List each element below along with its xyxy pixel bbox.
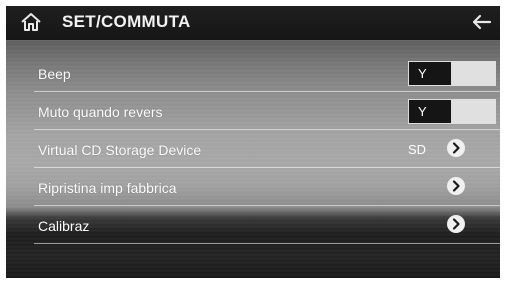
row-label: Beep [38, 66, 71, 82]
toggle-off-segment [452, 61, 496, 86]
toggle-on-segment: Y [408, 61, 452, 86]
row-ripristina[interactable]: Ripristina imp fabbrica [6, 168, 500, 206]
header-bar: SET/COMMUTA [6, 6, 500, 41]
row-virtual-cd-storage[interactable]: Virtual CD Storage Device SD [6, 130, 500, 168]
toggle-on-segment: Y [408, 99, 452, 124]
muto-toggle[interactable]: Y [408, 99, 496, 124]
chevron-right-circle-icon[interactable] [446, 176, 466, 196]
back-arrow-icon[interactable] [470, 12, 492, 32]
row-label: Ripristina imp fabbrica [38, 180, 177, 196]
row-calibraz[interactable]: Calibraz [6, 206, 500, 244]
row-label: Calibraz [38, 218, 90, 234]
page-title: SET/COMMUTA [62, 12, 191, 31]
row-label: Muto quando revers [38, 104, 163, 120]
toggle-value: Y [418, 66, 427, 81]
toggle-off-segment [452, 99, 496, 124]
chevron-right-circle-icon[interactable] [446, 214, 466, 234]
row-label: Virtual CD Storage Device [38, 142, 202, 158]
home-icon[interactable] [20, 11, 42, 33]
row-beep[interactable]: Beep Y [6, 54, 500, 92]
row-divider [34, 243, 500, 244]
chevron-right-circle-icon[interactable] [446, 138, 466, 158]
settings-screen: SET/COMMUTA Beep Y Muto quando revers Y [6, 6, 500, 278]
row-muto-quando-revers[interactable]: Muto quando revers Y [6, 92, 500, 130]
storage-value: SD [408, 142, 427, 157]
toggle-value: Y [418, 104, 427, 119]
beep-toggle[interactable]: Y [408, 61, 496, 86]
